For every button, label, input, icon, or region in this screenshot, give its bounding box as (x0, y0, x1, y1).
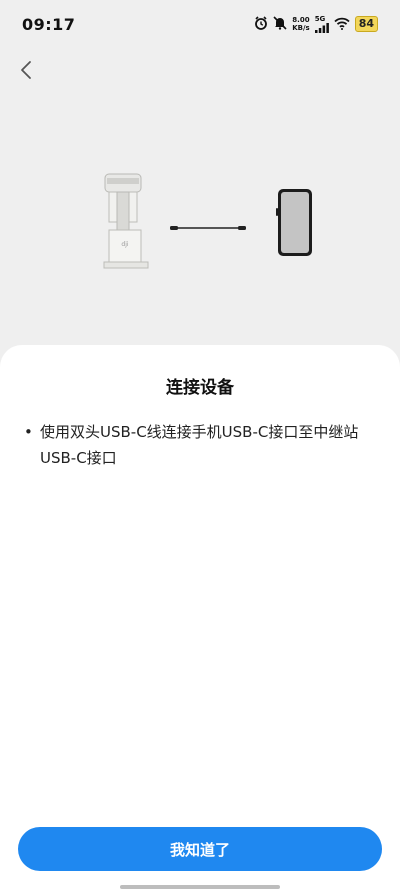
cell-signal-icon: 5G (314, 15, 329, 33)
status-time: 09:17 (22, 14, 76, 34)
usb-c-cable-image (170, 226, 246, 230)
status-icons: 8.00 KB/s 5G 84 (254, 15, 378, 34)
phone-image (276, 189, 312, 256)
net-speed: 8.00 KB/s (292, 16, 309, 32)
network-type: 5G (314, 15, 326, 23)
chevron-left-icon (21, 61, 31, 79)
instruction-text: 使用双头USB-C线连接手机USB-C接口至中继站USB-C接口 (40, 423, 359, 467)
battery-badge: 84 (354, 16, 378, 32)
home-indicator[interactable] (120, 885, 280, 889)
status-bar: 09:17 8.00 KB/s 5G 84 (0, 0, 400, 48)
connection-illustration: dji (95, 168, 325, 278)
net-speed-unit: KB/s (292, 24, 310, 32)
mute-bell-icon (273, 15, 287, 34)
relay-station-image: dji (103, 173, 149, 269)
wifi-icon (334, 15, 350, 34)
svg-text:dji: dji (121, 241, 128, 248)
connect-device-sheet: 连接设备 • 使用双头USB-C线连接手机USB-C接口至中继站USB-C接口 … (0, 345, 400, 889)
sheet-title: 连接设备 (166, 378, 234, 398)
instruction-list: • 使用双头USB-C线连接手机USB-C接口至中继站USB-C接口 (24, 419, 384, 471)
bullet-icon: • (24, 423, 33, 441)
alarm-icon (254, 15, 268, 34)
got-it-button[interactable]: 我知道了 (18, 827, 382, 871)
back-button[interactable] (12, 56, 40, 84)
net-speed-value: 8.00 (292, 16, 310, 24)
list-item: • 使用双头USB-C线连接手机USB-C接口至中继站USB-C接口 (24, 419, 384, 471)
